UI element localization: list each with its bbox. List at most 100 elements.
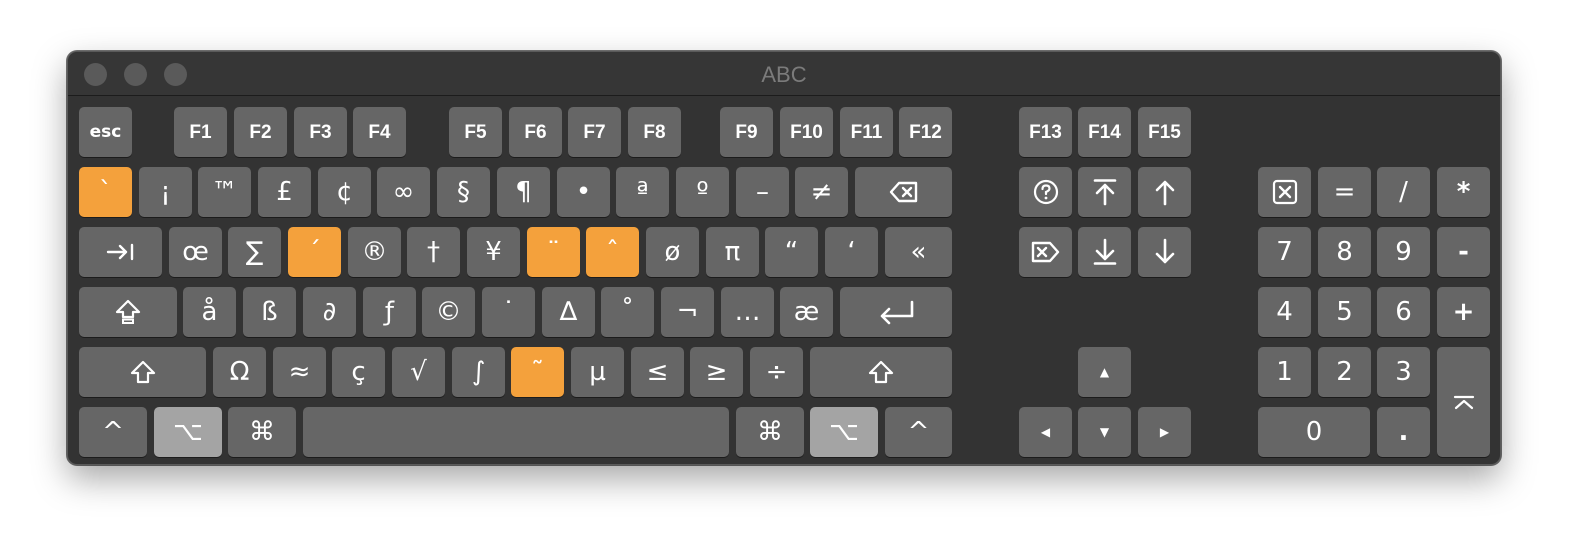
key-numpad-multiply[interactable]: * — [1437, 167, 1490, 217]
key-right-control[interactable]: ^ — [885, 407, 952, 457]
key-f13[interactable]: F13 — [1019, 107, 1072, 157]
key-numpad-plus[interactable]: + — [1437, 287, 1490, 337]
key-yen[interactable]: ¥ — [467, 227, 520, 277]
key-arrow-left[interactable]: ◀ — [1019, 407, 1072, 457]
key-numpad-7[interactable]: 7 — [1258, 227, 1311, 277]
key-integral[interactable]: ∫ — [452, 347, 505, 397]
key-page-down[interactable] — [1138, 227, 1191, 277]
key-numpad-equals[interactable]: = — [1318, 167, 1371, 217]
key-trademark[interactable]: ™ — [198, 167, 251, 217]
key-f3[interactable]: F3 — [294, 107, 347, 157]
key-numpad-2[interactable]: 2 — [1318, 347, 1371, 397]
key-less-equal[interactable]: ≤ — [631, 347, 684, 397]
key-acute-dead[interactable]: ´ — [288, 227, 341, 277]
key-pilcrow[interactable]: ¶ — [497, 167, 550, 217]
key-registered[interactable]: ® — [348, 227, 401, 277]
key-return[interactable] — [840, 287, 952, 337]
key-divide[interactable]: ÷ — [750, 347, 803, 397]
key-delete[interactable] — [855, 167, 952, 217]
key-f8[interactable]: F8 — [628, 107, 681, 157]
key-circumflex-dead[interactable]: ˆ — [586, 227, 639, 277]
key-feminine-ordinal[interactable]: ª — [616, 167, 669, 217]
key-help[interactable] — [1019, 167, 1072, 217]
key-dot-above[interactable]: ˙ — [482, 287, 535, 337]
key-esc[interactable]: esc — [79, 107, 132, 157]
key-numpad-3[interactable]: 3 — [1377, 347, 1430, 397]
key-arrow-right[interactable]: ▶ — [1138, 407, 1191, 457]
key-numpad-minus[interactable]: - — [1437, 227, 1490, 277]
key-space[interactable] — [303, 407, 729, 457]
key-en-dash[interactable]: – — [736, 167, 789, 217]
key-a-ring[interactable]: å — [183, 287, 236, 337]
key-pound[interactable]: £ — [258, 167, 311, 217]
key-f15[interactable]: F15 — [1138, 107, 1191, 157]
key-approx[interactable]: ≈ — [273, 347, 326, 397]
key-f12[interactable]: F12 — [899, 107, 952, 157]
key-partial[interactable]: ∂ — [303, 287, 356, 337]
key-f1[interactable]: F1 — [174, 107, 227, 157]
key-home[interactable] — [1078, 167, 1131, 217]
key-left-shift[interactable] — [79, 347, 206, 397]
key-o-slash[interactable]: ø — [646, 227, 699, 277]
key-pi[interactable]: π — [706, 227, 759, 277]
key-ae[interactable]: æ — [780, 287, 833, 337]
key-right-shift[interactable] — [810, 347, 952, 397]
key-numpad-4[interactable]: 4 — [1258, 287, 1311, 337]
key-page-up[interactable] — [1138, 167, 1191, 217]
key-micro[interactable]: µ — [571, 347, 624, 397]
key-numpad-9[interactable]: 9 — [1377, 227, 1430, 277]
key-left-double-quote[interactable]: “ — [765, 227, 818, 277]
key-tilde-dead[interactable]: ˜ — [511, 347, 564, 397]
key-left-option[interactable]: ⌥ — [154, 407, 222, 457]
key-left-single-quote[interactable]: ‘ — [825, 227, 878, 277]
key-greater-equal[interactable]: ≥ — [690, 347, 743, 397]
key-infinity[interactable]: ∞ — [377, 167, 430, 217]
key-numpad-divide[interactable]: / — [1377, 167, 1430, 217]
key-arrow-up[interactable]: ▲ — [1078, 347, 1131, 397]
key-ring-above[interactable]: ˚ — [601, 287, 654, 337]
key-umlaut-dead[interactable]: ¨ — [527, 227, 580, 277]
key-f6[interactable]: F6 — [509, 107, 562, 157]
key-right-command[interactable]: ⌘ — [736, 407, 804, 457]
key-tab[interactable] — [79, 227, 162, 277]
key-delta[interactable]: ∆ — [542, 287, 595, 337]
key-ellipsis[interactable]: … — [721, 287, 774, 337]
key-section[interactable]: § — [437, 167, 490, 217]
key-f9[interactable]: F9 — [720, 107, 773, 157]
key-backtick-dead[interactable]: ` — [79, 167, 132, 217]
key-f11[interactable]: F11 — [840, 107, 893, 157]
key-numpad-8[interactable]: 8 — [1318, 227, 1371, 277]
key-right-option[interactable]: ⌥ — [810, 407, 878, 457]
key-caps-lock[interactable] — [79, 287, 177, 337]
key-not-sign[interactable]: ¬ — [661, 287, 714, 337]
key-left-command[interactable]: ⌘ — [228, 407, 296, 457]
key-arrow-down[interactable]: ▼ — [1078, 407, 1131, 457]
key-masculine-ordinal[interactable]: º — [676, 167, 729, 217]
key-numpad-0[interactable]: 0 — [1258, 407, 1370, 457]
key-numpad-5[interactable]: 5 — [1318, 287, 1371, 337]
key-summation[interactable]: ∑ — [228, 227, 281, 277]
key-inverted-exclamation[interactable]: ¡ — [139, 167, 192, 217]
key-f7[interactable]: F7 — [568, 107, 621, 157]
key-f10[interactable]: F10 — [780, 107, 833, 157]
key-cent[interactable]: ¢ — [318, 167, 371, 217]
key-sharp-s[interactable]: ß — [243, 287, 296, 337]
key-oe[interactable]: œ — [169, 227, 222, 277]
key-florin[interactable]: ƒ — [363, 287, 416, 337]
key-f5[interactable]: F5 — [449, 107, 502, 157]
title-bar[interactable]: ABC — [68, 52, 1500, 96]
key-square-root[interactable]: √ — [392, 347, 445, 397]
key-numpad-6[interactable]: 6 — [1377, 287, 1430, 337]
key-f2[interactable]: F2 — [234, 107, 287, 157]
key-c-cedilla[interactable]: ç — [332, 347, 385, 397]
key-f14[interactable]: F14 — [1078, 107, 1131, 157]
key-numpad-clear[interactable] — [1258, 167, 1311, 217]
key-omega[interactable]: Ω — [213, 347, 266, 397]
key-copyright[interactable]: © — [422, 287, 475, 337]
key-f4[interactable]: F4 — [353, 107, 406, 157]
key-numpad-enter[interactable] — [1437, 347, 1490, 457]
key-numpad-1[interactable]: 1 — [1258, 347, 1311, 397]
key-numpad-decimal[interactable]: . — [1377, 407, 1430, 457]
key-bullet[interactable]: • — [557, 167, 610, 217]
key-dagger[interactable]: † — [407, 227, 460, 277]
